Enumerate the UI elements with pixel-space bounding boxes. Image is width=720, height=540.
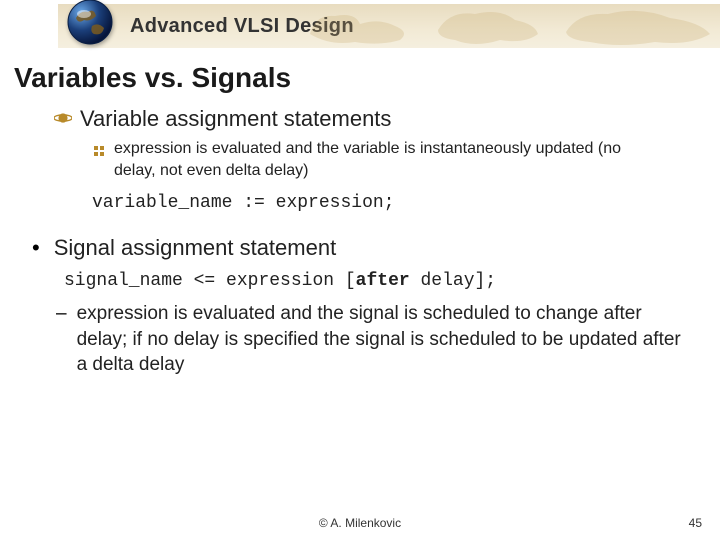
subbullet-text: expression is evaluated and the variable… [114,138,706,181]
globe-icon [66,0,114,46]
code-token-keyword: after [356,271,410,291]
code-token-op: <= [183,271,226,291]
code-token-op: := [232,193,275,213]
slide-title: Variables vs. Signals [14,62,291,94]
content-area: Variable assignment statements expressio… [14,106,706,378]
map-decoration-3 [560,4,720,48]
code-token-mid: expression [ [226,271,356,291]
code-token-lhs: signal_name [64,271,183,291]
code-token-lhs: variable_name [92,193,232,213]
code-signal-assignment: signal_name <= expression [after delay]; [64,271,706,291]
footer-copyright: © A. Milenkovic [0,516,720,530]
footer-page-number: 45 [689,516,702,530]
map-decoration-1 [300,4,420,48]
bullet-variable-assignment: Variable assignment statements [14,106,706,132]
subbullet-variable-explanation: expression is evaluated and the variable… [14,138,706,181]
saturn-bullet-icon [54,111,72,130]
slide: Advanced VLSI Design Variables vs. Signa… [0,0,720,540]
bullet-text: Signal assignment statement [54,235,337,261]
code-token-end: delay]; [410,271,496,291]
dot-bullet-icon: • [32,237,40,259]
dash-bullet-icon: – [56,301,67,327]
bullet-signal-assignment: • Signal assignment statement [14,235,706,261]
subbullet-text: expression is evaluated and the signal i… [77,301,706,378]
square-dots-bullet-icon [94,143,104,153]
code-variable-assignment: variable_name := expression; [92,193,706,213]
map-decoration-2 [430,4,550,48]
subbullet-signal-explanation: – expression is evaluated and the signal… [14,301,706,378]
bullet-text: Variable assignment statements [80,106,391,132]
code-token-rhs: expression; [276,193,395,213]
